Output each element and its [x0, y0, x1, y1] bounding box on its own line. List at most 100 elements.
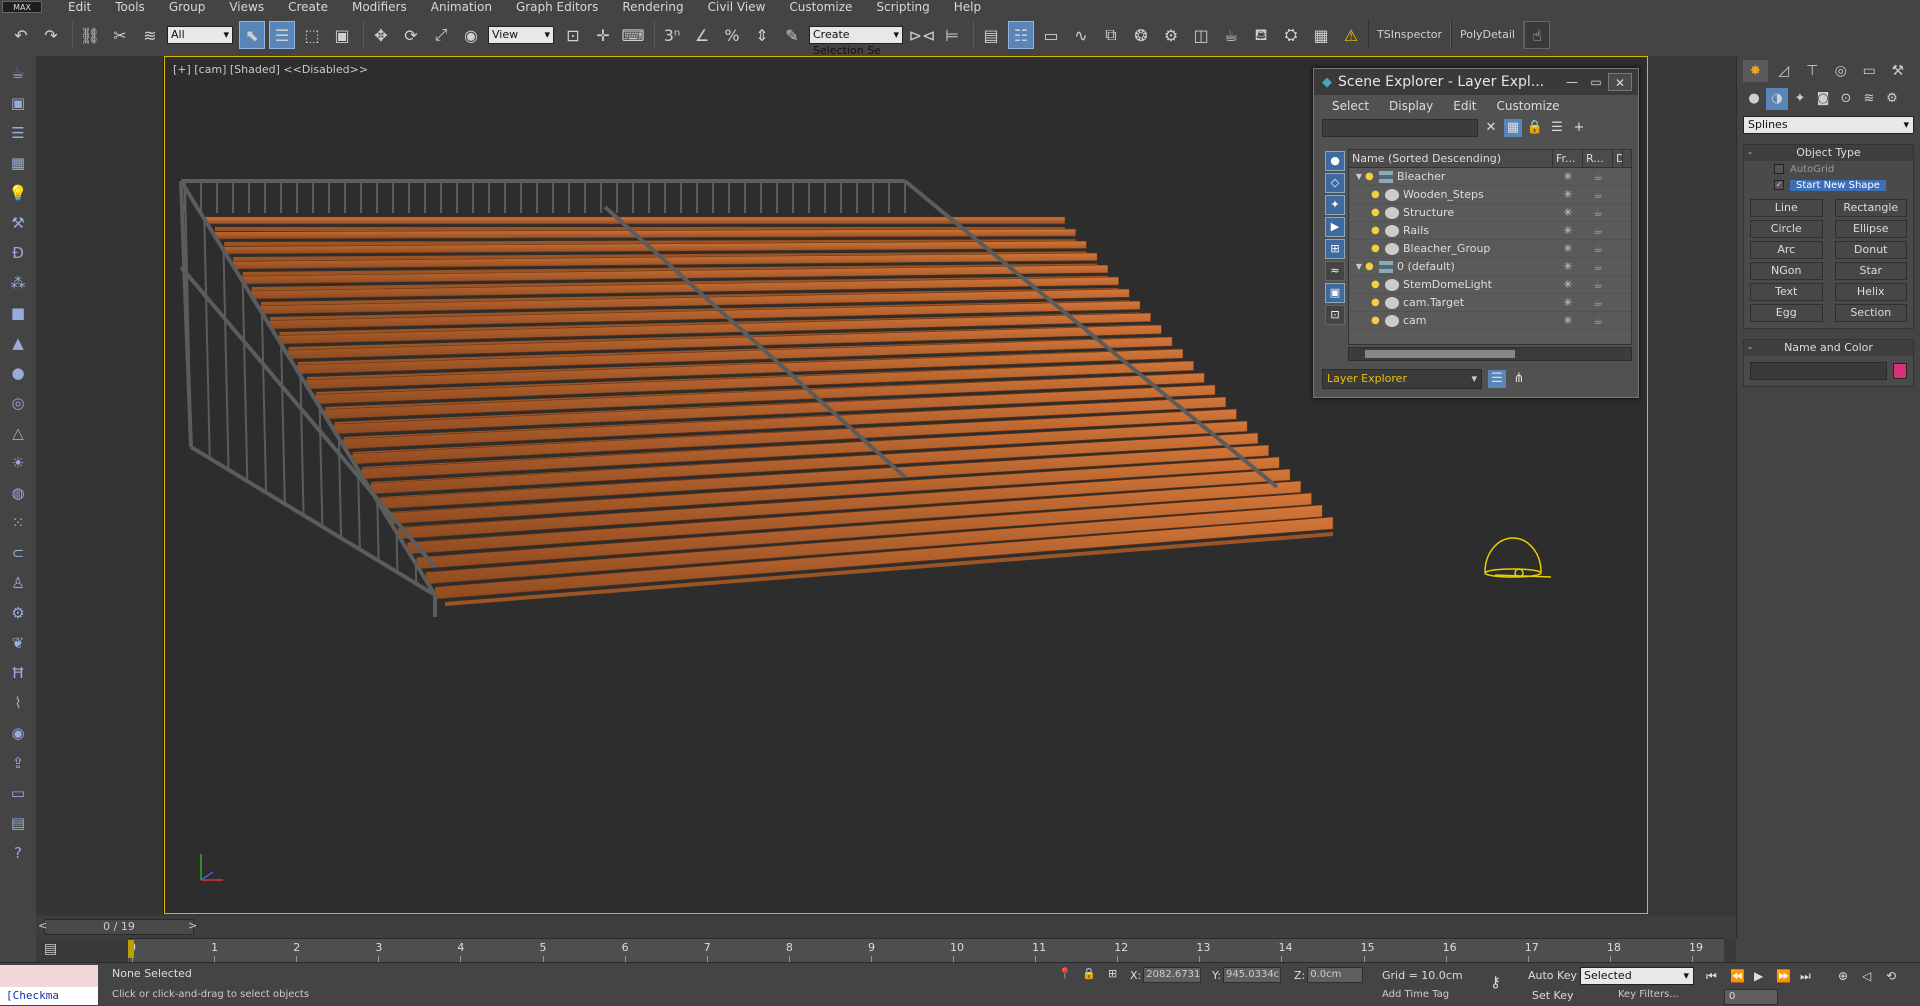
menu-help[interactable]: Help [942, 0, 993, 14]
maximize-icon[interactable]: ▭ [1584, 73, 1608, 91]
monitor-icon[interactable]: ▭ [5, 780, 31, 806]
scrollbar-thumb[interactable] [1365, 350, 1515, 358]
scene-row[interactable]: ▼ ● Bleacher ✳ ☕ [1349, 168, 1631, 186]
render-production-icon[interactable]: ☕ [1218, 21, 1244, 49]
rotate-icon[interactable]: ⟳ [398, 21, 424, 49]
visibility-bulb-icon[interactable]: ● [1371, 297, 1383, 308]
previous-frame-icon[interactable]: ⏪ [1730, 969, 1745, 983]
percent-snap-icon[interactable]: % [719, 21, 745, 49]
line-button[interactable]: Line [1750, 199, 1823, 217]
lights-icon[interactable]: ✦ [1789, 88, 1811, 110]
freeze-icon[interactable]: ✳ [1553, 188, 1583, 201]
renderable-icon[interactable]: ☕ [1583, 170, 1613, 183]
figure-icon[interactable]: ♙ [5, 570, 31, 596]
scene-row[interactable]: ● Bleacher_Group ✳ ☕ [1349, 240, 1631, 258]
expand-icon[interactable]: ▼ [1353, 262, 1365, 271]
systems-icon[interactable]: ⚙ [1881, 88, 1903, 110]
absolute-mode-icon[interactable]: ⊞ [1108, 967, 1117, 980]
section-button[interactable]: Section [1834, 304, 1907, 322]
align-icon[interactable]: ⊨ [939, 21, 965, 49]
object-color-swatch[interactable] [1893, 363, 1907, 379]
freeze-icon[interactable]: ✳ [1553, 260, 1583, 273]
display-tab-icon[interactable]: ▭ [1857, 60, 1882, 82]
polydetail-button[interactable]: PolyDetail [1451, 21, 1524, 49]
visibility-bulb-icon[interactable]: ● [1371, 225, 1383, 236]
key-mode-select[interactable]: Selected [1580, 967, 1694, 985]
y-coordinate-field[interactable]: 945.0334c [1222, 967, 1281, 983]
close-icon[interactable]: ✕ [1608, 73, 1632, 91]
hair-fur-icon[interactable]: Ħ [5, 660, 31, 686]
menu-rendering[interactable]: Rendering [610, 0, 695, 14]
ellipse-button[interactable]: Ellipse [1834, 220, 1907, 238]
arc-button[interactable]: Arc [1750, 241, 1823, 259]
selection-lock-icon[interactable]: 🔒 [1082, 967, 1096, 980]
zoom-extents-icon[interactable]: ⊕ [1838, 969, 1848, 983]
set-key-button[interactable]: Set Key [1532, 989, 1574, 1002]
scene-row[interactable]: ● cam ✳ ☕ [1349, 312, 1631, 330]
se-menu-select[interactable]: Select [1322, 99, 1379, 113]
renderable-icon[interactable]: ☕ [1583, 206, 1613, 219]
document-icon[interactable]: ▤ [5, 810, 31, 836]
menu-edit[interactable]: Edit [56, 0, 103, 14]
shape-category-select[interactable]: Splines [1743, 116, 1914, 134]
bind-spacewarp-icon[interactable]: ≋ [137, 21, 163, 49]
z-coordinate-field[interactable]: 0.0cm [1307, 967, 1364, 983]
ngon-button[interactable]: NGon [1750, 262, 1823, 280]
globe-icon[interactable]: ◉ [5, 720, 31, 746]
add-time-tag-button[interactable]: Add Time Tag [1382, 989, 1449, 1000]
torus-icon[interactable]: ◎ [5, 390, 31, 416]
menu-views[interactable]: Views [217, 0, 276, 14]
menu-civil-view[interactable]: Civil View [696, 0, 778, 14]
scene-row[interactable]: ● Rails ✳ ☕ [1349, 222, 1631, 240]
go-to-end-icon[interactable]: ⏭ [1800, 969, 1811, 984]
donut-button[interactable]: Donut [1834, 241, 1907, 259]
scene-row[interactable]: ▼ ● 0 (default) ✳ ☕ [1349, 258, 1631, 276]
render-frame-icon[interactable]: ◫ [1188, 21, 1214, 49]
object-name-input[interactable] [1750, 362, 1888, 380]
play-icon[interactable]: ▶ [1754, 969, 1763, 983]
menu-graph-editors[interactable]: Graph Editors [504, 0, 610, 14]
renderable-icon[interactable]: ☕ [1583, 296, 1613, 309]
freeze-icon[interactable]: ✳ [1553, 296, 1583, 309]
object-type-title[interactable]: Object Type [1744, 145, 1913, 161]
menu-animation[interactable]: Animation [419, 0, 504, 14]
scene-row[interactable]: ● Wooden_Steps ✳ ☕ [1349, 186, 1631, 204]
display-geometry-icon[interactable]: ● [1325, 151, 1345, 171]
cone-icon[interactable]: ▲ [5, 330, 31, 356]
freeze-icon[interactable]: ✳ [1553, 242, 1583, 255]
light-bulb-icon[interactable]: 💡 [5, 180, 31, 206]
minimize-icon[interactable]: — [1560, 73, 1584, 91]
scene-row[interactable]: ● cam.Target ✳ ☕ [1349, 294, 1631, 312]
curve-editor-icon[interactable]: ∿ [1068, 21, 1094, 49]
select-object-icon[interactable]: ⬉ [239, 21, 265, 49]
key-filters-button[interactable]: Key Filters... [1618, 989, 1679, 1000]
undo-icon[interactable]: ↶ [8, 21, 34, 49]
key-icon[interactable]: ⚷ [1490, 973, 1501, 991]
orbit-icon[interactable]: ⟲ [1886, 969, 1896, 983]
menu-tools[interactable]: Tools [103, 0, 157, 14]
frame-ruler[interactable]: 012345678910111213141516171819 [128, 938, 1724, 962]
list-icon[interactable]: ☰ [5, 120, 31, 146]
redo-icon[interactable]: ↷ [38, 21, 64, 49]
link-icon[interactable]: ⛓ [77, 21, 103, 49]
selection-filter-select[interactable]: All [167, 26, 233, 44]
se-menu-display[interactable]: Display [1379, 99, 1443, 113]
x-coordinate-field[interactable]: 2082.6731 [1143, 967, 1202, 983]
renderable-icon[interactable]: ☕ [1583, 188, 1613, 201]
particles-icon[interactable]: ⁂ [5, 270, 31, 296]
layer-manager-icon[interactable]: ▤ [978, 21, 1004, 49]
helpers-icon[interactable]: ⊙ [1835, 88, 1857, 110]
scene-row[interactable]: ● Structure ✳ ☕ [1349, 204, 1631, 222]
spacewarps-icon[interactable]: ≋ [1858, 88, 1880, 110]
visibility-bulb-icon[interactable]: ● [1371, 315, 1383, 326]
clear-search-icon[interactable]: ✕ [1482, 119, 1500, 137]
display-shapes-icon[interactable]: ◇ [1325, 173, 1345, 193]
add-layer-icon[interactable]: + [1570, 119, 1588, 137]
modify-tab-icon[interactable]: ◿ [1772, 60, 1797, 82]
text-button[interactable]: Text [1750, 283, 1823, 301]
display-lights-icon[interactable]: ✦ [1325, 195, 1345, 215]
warning-icon[interactable]: ⚠ [1338, 21, 1364, 49]
renderable-icon[interactable]: ☕ [1583, 260, 1613, 273]
field-of-view-icon[interactable]: ◁ [1862, 969, 1871, 983]
visibility-bulb-icon[interactable]: ● [1365, 171, 1377, 182]
